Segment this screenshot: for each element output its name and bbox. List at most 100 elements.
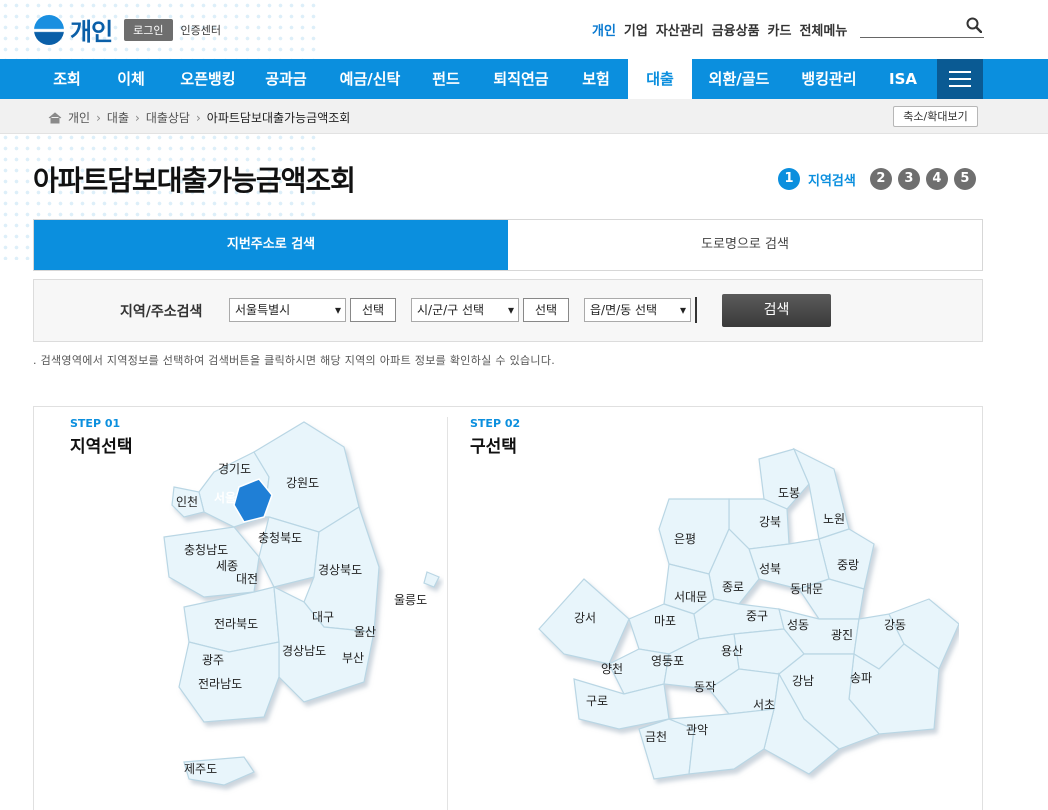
map-label[interactable]: 대구 bbox=[312, 608, 334, 625]
map-label[interactable]: 중구 bbox=[746, 607, 768, 624]
util-nav-corporate[interactable]: 기업 bbox=[624, 20, 648, 39]
site-search-input[interactable] bbox=[860, 14, 984, 38]
map-label[interactable]: 서초 bbox=[753, 696, 775, 713]
map-label[interactable]: 제주도 bbox=[184, 760, 217, 777]
map-label[interactable]: 은평 bbox=[674, 530, 696, 547]
map-label[interactable]: 인천 bbox=[176, 493, 198, 510]
zoom-button[interactable]: 축소/확대보기 bbox=[893, 106, 978, 127]
map-label[interactable]: 서대문 bbox=[674, 588, 707, 605]
map-label[interactable]: 울산 bbox=[354, 623, 376, 640]
map-label[interactable]: 성북 bbox=[759, 560, 781, 577]
logo-mark-icon bbox=[34, 14, 64, 45]
step1-title: 지역선택 bbox=[70, 437, 133, 457]
logo[interactable]: 개인 로그인 인증센터 bbox=[34, 12, 221, 47]
map-label[interactable]: 강서 bbox=[574, 609, 596, 626]
map-label[interactable]: 도봉 bbox=[778, 484, 800, 501]
sigungu-select[interactable]: 시/군/구 선택 bbox=[411, 298, 519, 322]
map-label[interactable]: 동작 bbox=[694, 678, 716, 695]
map-label[interactable]: 마포 bbox=[654, 612, 676, 629]
map-label[interactable]: 양천 bbox=[601, 660, 623, 677]
nav-item-fund[interactable]: 펀드 bbox=[420, 59, 472, 99]
util-nav-products[interactable]: 금융상품 bbox=[712, 20, 760, 39]
map-label[interactable]: 광진 bbox=[831, 626, 853, 643]
map-label[interactable]: 성동 bbox=[787, 616, 809, 633]
breadcrumb-item-current: 아파트담보대출가능금액조회 bbox=[206, 111, 351, 125]
tab-lot-address[interactable]: 지번주소로 검색 bbox=[34, 220, 508, 270]
map-label[interactable]: 강남 bbox=[792, 672, 814, 689]
top-bar: 개인 로그인 인증센터 개인 기업 자산관리 금융상품 카드 전체메뉴 bbox=[0, 0, 1048, 260]
search-help-message: 검색영역에서 지역정보를 선택하여 검색버튼을 클릭하시면 해당 지역의 아파트… bbox=[40, 354, 556, 367]
map-label[interactable]: 부산 bbox=[342, 649, 364, 666]
dong-select[interactable]: 읍/면/동 선택 bbox=[584, 298, 691, 322]
nav-item-utility-bills[interactable]: 공과금 bbox=[254, 59, 318, 99]
search-icon[interactable] bbox=[966, 17, 982, 33]
sido-select-button[interactable]: 선택 bbox=[350, 298, 396, 322]
nav-item-banking-mgmt[interactable]: 뱅킹관리 bbox=[788, 59, 870, 99]
step2-title: 구선택 bbox=[470, 437, 517, 457]
map-label[interactable]: 중랑 bbox=[837, 556, 859, 573]
step-dot-1: 1 bbox=[778, 168, 800, 190]
step2-tag: STEP 02 bbox=[470, 417, 521, 430]
sigungu-select-button[interactable]: 선택 bbox=[523, 298, 569, 322]
hamburger-icon[interactable] bbox=[937, 59, 983, 99]
map-label[interactable]: 울릉도 bbox=[394, 591, 427, 608]
nav-item-inquiry[interactable]: 조회 bbox=[36, 59, 98, 99]
map-label[interactable]: 동대문 bbox=[790, 580, 823, 597]
region-ulleungdo[interactable] bbox=[423, 571, 440, 588]
map-label[interactable]: 전라북도 bbox=[214, 615, 258, 632]
map-label[interactable]: 용산 bbox=[721, 642, 743, 659]
util-nav-personal[interactable]: 개인 bbox=[592, 20, 616, 39]
map-label-selected[interactable]: 서울 bbox=[214, 489, 236, 506]
map-label[interactable]: 영등포 bbox=[651, 652, 684, 669]
chevron-right-icon: › bbox=[96, 110, 101, 125]
map-label[interactable]: 전라남도 bbox=[198, 675, 242, 692]
current-step-label: 지역검색 bbox=[808, 173, 856, 189]
nav-item-pension[interactable]: 퇴직연금 bbox=[484, 59, 558, 99]
map-label[interactable]: 충청남도 bbox=[184, 541, 228, 558]
util-nav-card[interactable]: 카드 bbox=[768, 20, 792, 39]
map-label[interactable]: 대전 bbox=[236, 570, 258, 587]
chevron-right-icon: › bbox=[195, 110, 201, 125]
nav-item-transfer[interactable]: 이체 bbox=[102, 59, 160, 99]
map-label[interactable]: 경상북도 bbox=[318, 561, 362, 578]
map-label[interactable]: 경기도 bbox=[218, 460, 251, 477]
map-label[interactable]: 강북 bbox=[759, 513, 781, 530]
step-dot-4: 4 bbox=[925, 168, 948, 190]
map-label[interactable]: 금천 bbox=[645, 728, 667, 745]
util-nav-all-menu[interactable]: 전체메뉴 bbox=[799, 20, 847, 39]
login-button[interactable]: 로그인 bbox=[124, 18, 173, 41]
cert-center-link[interactable]: 인증센터 bbox=[181, 22, 221, 38]
home-icon[interactable] bbox=[48, 111, 62, 124]
map-label[interactable]: 경상남도 bbox=[282, 642, 326, 659]
search-submit-button[interactable]: 검색 bbox=[722, 294, 831, 327]
util-nav-asset[interactable]: 자산관리 bbox=[656, 20, 704, 39]
sido-select[interactable]: 서울특별시 bbox=[229, 298, 346, 322]
map-label[interactable]: 강동 bbox=[884, 616, 906, 633]
map-label[interactable]: 광주 bbox=[202, 651, 224, 668]
step-dot-3: 3 bbox=[897, 168, 920, 190]
map-label[interactable]: 세종 bbox=[216, 557, 238, 574]
logo-text: 개인 bbox=[70, 18, 113, 46]
nav-item-insurance[interactable]: 보험 bbox=[568, 59, 624, 99]
chevron-right-icon: › bbox=[135, 110, 140, 125]
map-divider bbox=[447, 417, 448, 810]
map-label[interactable]: 종로 bbox=[722, 578, 744, 595]
nav-item-isa[interactable]: ISA bbox=[880, 59, 926, 99]
step-dot-5: 5 bbox=[953, 168, 976, 190]
map-label[interactable]: 노원 bbox=[823, 510, 845, 527]
breadcrumb-item-loan[interactable]: 대출 bbox=[107, 109, 129, 126]
breadcrumb-item-consult[interactable]: 대출상담 bbox=[146, 109, 190, 126]
breadcrumb-item-personal[interactable]: 개인 bbox=[68, 109, 90, 126]
map-label[interactable]: 강원도 bbox=[286, 474, 319, 491]
step-indicator: 1 지역검색 2 3 4 5 bbox=[778, 168, 976, 190]
map-label[interactable]: 송파 bbox=[850, 669, 872, 686]
tab-road-address[interactable]: 도로명으로 검색 bbox=[508, 220, 982, 270]
map-label[interactable]: 구로 bbox=[586, 692, 608, 709]
search-form-label: 지역/주소검색 bbox=[120, 304, 203, 320]
map-label[interactable]: 충청북도 bbox=[258, 529, 302, 546]
nav-item-openbanking[interactable]: 오픈뱅킹 bbox=[168, 59, 248, 99]
nav-item-loan[interactable]: 대출 bbox=[628, 59, 692, 99]
nav-item-forex[interactable]: 외환/골드 bbox=[700, 59, 778, 99]
map-label[interactable]: 관악 bbox=[686, 721, 708, 738]
nav-item-deposit[interactable]: 예금/신탁 bbox=[328, 59, 412, 99]
